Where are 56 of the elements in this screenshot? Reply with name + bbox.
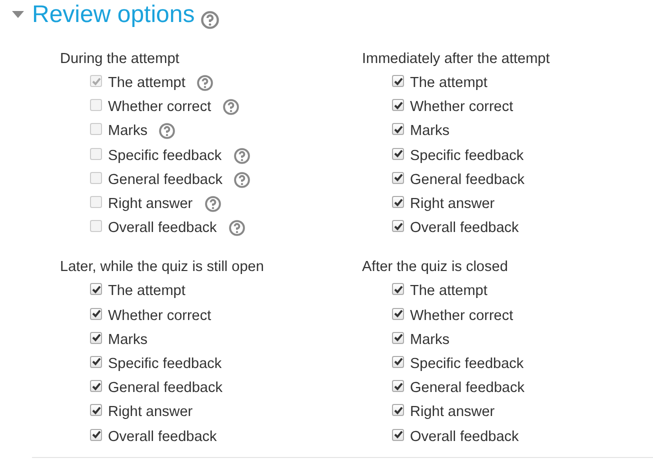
option-label: Whether correct — [410, 99, 514, 116]
option-label: Whether correct — [410, 308, 514, 324]
checkbox[interactable] — [90, 356, 102, 368]
option-label: Overall feedback — [108, 220, 217, 236]
option-label: The attempt — [410, 283, 488, 300]
checkbox[interactable] — [392, 172, 404, 184]
option-label: General feedback — [410, 380, 524, 396]
checkbox[interactable] — [392, 404, 404, 416]
checkbox[interactable] — [392, 123, 404, 136]
option-label: Specific feedback — [410, 148, 524, 164]
checkbox[interactable] — [392, 283, 404, 296]
checkbox[interactable] — [392, 356, 404, 368]
option-label: Marks — [410, 332, 450, 348]
help-icon[interactable] — [200, 11, 219, 29]
checkbox[interactable] — [392, 332, 404, 344]
option-label: Right answer — [108, 196, 193, 212]
option-label: The attempt — [410, 75, 488, 92]
option-label: The attempt — [108, 283, 186, 300]
option-label: Marks — [410, 123, 450, 140]
checkbox[interactable] — [392, 308, 404, 320]
group-heading: Later, while the quiz is still open — [60, 258, 265, 278]
checkbox[interactable] — [392, 220, 404, 232]
option-label: General feedback — [108, 172, 222, 188]
option-label: Specific feedback — [108, 148, 222, 164]
option-label: Overall feedback — [108, 428, 217, 445]
checkbox[interactable] — [392, 75, 404, 88]
option-label: Specific feedback — [410, 356, 524, 372]
option-label: Overall feedback — [410, 428, 519, 445]
option-label: Marks — [108, 123, 148, 140]
option-label: Right answer — [108, 404, 193, 420]
checkbox[interactable] — [90, 404, 102, 416]
checkbox[interactable] — [90, 428, 102, 441]
checkbox[interactable] — [392, 380, 404, 392]
option-label: Whether correct — [108, 308, 212, 324]
option-label: Overall feedback — [410, 220, 519, 236]
section-title: Review options — [32, 1, 195, 29]
group-heading: Immediately after the attempt — [362, 50, 551, 69]
option-label: Whether correct — [108, 99, 212, 116]
group-heading: After the quiz is closed — [362, 258, 509, 278]
checkbox[interactable] — [392, 428, 404, 441]
caret-icon[interactable] — [12, 11, 24, 19]
checkbox[interactable] — [90, 283, 102, 296]
checkbox[interactable] — [392, 196, 404, 208]
option-label: General feedback — [410, 172, 524, 188]
checkbox[interactable] — [392, 148, 404, 160]
option-label: Right answer — [410, 196, 495, 212]
option-label: Marks — [108, 332, 148, 348]
option-label: The attempt — [108, 75, 186, 92]
option-label: General feedback — [108, 380, 222, 396]
checkbox[interactable] — [90, 380, 102, 392]
checkbox[interactable] — [90, 332, 102, 344]
option-label: Right answer — [410, 404, 495, 420]
group-heading: During the attempt — [60, 50, 180, 69]
option-label: Specific feedback — [108, 356, 222, 372]
checkbox[interactable] — [90, 308, 102, 320]
checkbox[interactable] — [392, 99, 404, 112]
